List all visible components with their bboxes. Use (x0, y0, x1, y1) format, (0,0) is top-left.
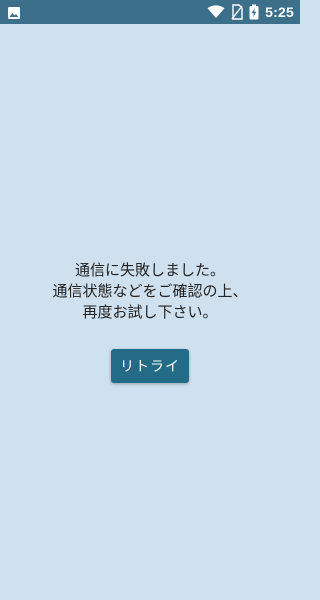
status-bar: 5:25 (0, 0, 300, 24)
error-message-line-2: 通信状態などをご確認の上、 (52, 282, 248, 300)
status-time: 5:25 (265, 4, 294, 20)
error-message: 通信に失敗しました。 通信状態などをご確認の上、 再度お試し下さい。 (0, 260, 300, 323)
error-message-line-3: 再度お試し下さい。 (82, 303, 218, 321)
retry-button[interactable]: リトライ (111, 349, 189, 383)
error-screen: 通信に失敗しました。 通信状態などをご確認の上、 再度お試し下さい。 リトライ (0, 24, 300, 600)
wifi-icon (207, 5, 225, 19)
no-sim-icon (231, 4, 243, 20)
image-icon (7, 5, 21, 19)
error-message-line-1: 通信に失敗しました。 (74, 261, 225, 279)
battery-charging-icon (249, 4, 259, 20)
